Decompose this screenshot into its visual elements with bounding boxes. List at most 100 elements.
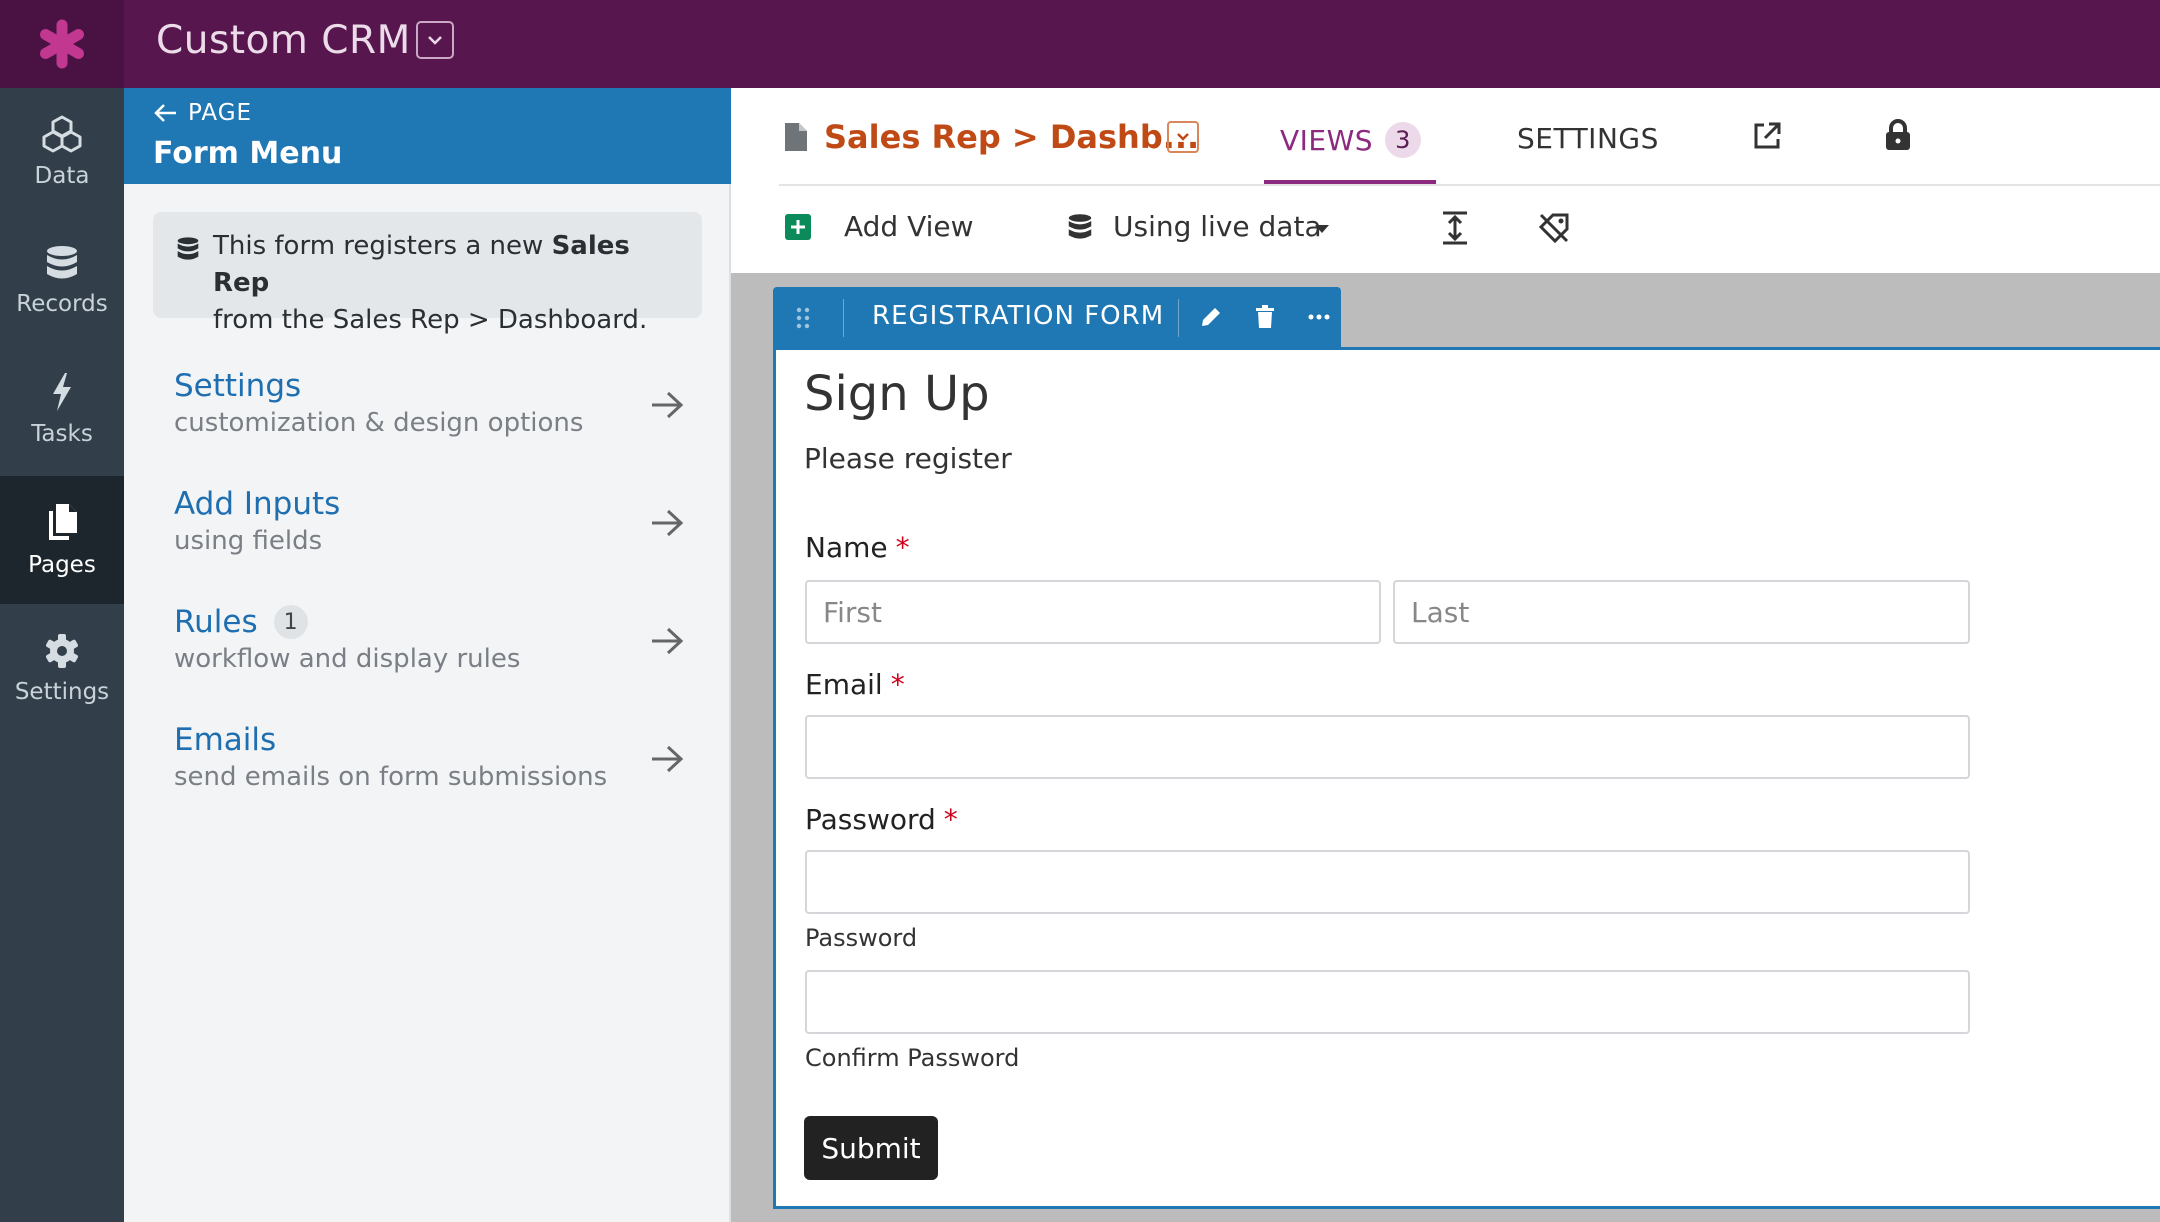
add-view-button[interactable] bbox=[783, 212, 813, 242]
expand-height-button[interactable] bbox=[1437, 210, 1473, 246]
menu-item-subtitle: send emails on form submissions bbox=[174, 762, 608, 792]
panel-header: PAGE Form Menu bbox=[124, 88, 731, 184]
nav-item-settings[interactable]: Settings bbox=[0, 605, 124, 733]
more-options-button[interactable] bbox=[1305, 303, 1333, 331]
top-bar: Custom CRM bbox=[0, 0, 2160, 88]
bolt-icon bbox=[53, 373, 71, 411]
confirm-password-input[interactable] bbox=[805, 970, 1970, 1034]
lock-icon bbox=[1886, 119, 1910, 150]
view-header: REGISTRATION FORM bbox=[773, 287, 1341, 347]
form-description: Please register bbox=[804, 442, 1012, 475]
app-switcher-dropdown[interactable] bbox=[416, 21, 454, 59]
drag-handle-icon bbox=[796, 307, 810, 329]
app-title: Custom CRM bbox=[156, 18, 411, 63]
menu-title-settings: Settings bbox=[174, 368, 302, 404]
drag-handle[interactable] bbox=[793, 305, 813, 331]
menu-item-settings[interactable]: Settings customization & design options bbox=[174, 368, 684, 458]
pencil-icon bbox=[1202, 308, 1220, 326]
open-external-button[interactable] bbox=[1749, 118, 1785, 154]
menu-item-title: Rules 1 bbox=[174, 604, 684, 640]
confirm-password-help-text: Confirm Password bbox=[805, 1044, 1020, 1072]
page-access-button[interactable] bbox=[1880, 116, 1916, 154]
add-view-label[interactable]: Add View bbox=[844, 210, 974, 243]
menu-item-rules[interactable]: Rules 1 workflow and display rules bbox=[174, 604, 684, 694]
password-label: Password * bbox=[805, 803, 958, 836]
caret-down-icon bbox=[1315, 225, 1329, 233]
arrow-left-icon bbox=[154, 104, 176, 122]
menu-item-subtitle: workflow and display rules bbox=[174, 644, 521, 674]
nav-item-tasks[interactable]: Tasks bbox=[0, 346, 124, 474]
data-source-dropdown[interactable]: Using live data bbox=[1113, 210, 1322, 243]
required-marker: * bbox=[890, 668, 905, 701]
vertical-expand-icon bbox=[1443, 211, 1467, 245]
breadcrumb-text: Sales Rep > Dashb... bbox=[824, 118, 1200, 156]
views-count-badge: 3 bbox=[1385, 122, 1422, 158]
submit-button[interactable]: Submit bbox=[804, 1116, 938, 1180]
nav-item-pages[interactable]: Pages bbox=[0, 476, 124, 604]
menu-title-rules: Rules bbox=[174, 604, 258, 640]
cubes-icon bbox=[42, 115, 82, 153]
delete-view-button[interactable] bbox=[1251, 303, 1279, 331]
email-input[interactable] bbox=[805, 715, 1970, 779]
gear-icon bbox=[46, 634, 78, 668]
nav-label-pages: Pages bbox=[28, 552, 96, 578]
info-suffix: from the Sales Rep > Dashboard. bbox=[213, 305, 648, 335]
page-file-icon bbox=[785, 123, 807, 151]
external-link-icon bbox=[1754, 122, 1781, 149]
divider bbox=[843, 299, 844, 337]
arrow-right-icon bbox=[652, 627, 684, 655]
tab-views-label: VIEWS bbox=[1280, 123, 1374, 157]
menu-item-title: Add Inputs bbox=[174, 486, 684, 522]
menu-item-title: Emails bbox=[174, 722, 684, 758]
nav-item-data[interactable]: Data bbox=[0, 88, 124, 216]
form-menu-panel: PAGE Form Menu This form registers a new… bbox=[124, 88, 731, 1222]
back-to-page-link[interactable]: PAGE bbox=[154, 100, 252, 126]
nav-label-records: Records bbox=[16, 291, 108, 317]
email-label-text: Email bbox=[805, 668, 883, 701]
name-label-text: Name bbox=[805, 531, 888, 564]
chevron-down-icon bbox=[1177, 133, 1189, 141]
rules-count-badge: 1 bbox=[273, 605, 308, 639]
arrow-right-icon bbox=[652, 391, 684, 419]
app-logo[interactable] bbox=[0, 0, 124, 88]
email-label: Email * bbox=[805, 668, 905, 701]
asterisk-logo-icon bbox=[40, 19, 84, 69]
arrow-right-icon bbox=[652, 509, 684, 537]
breadcrumb[interactable]: Sales Rep > Dashb... bbox=[784, 118, 1199, 156]
last-name-input[interactable] bbox=[1393, 580, 1970, 644]
tabs-divider bbox=[779, 184, 2160, 186]
nav-label-data: Data bbox=[34, 163, 90, 189]
required-marker: * bbox=[943, 803, 958, 836]
required-marker: * bbox=[895, 531, 910, 564]
toggle-design-button[interactable] bbox=[1535, 210, 1573, 246]
back-label: PAGE bbox=[188, 100, 253, 126]
menu-item-add-inputs[interactable]: Add Inputs using fields bbox=[174, 486, 684, 576]
nav-item-records[interactable]: Records bbox=[0, 217, 124, 345]
menu-item-subtitle: customization & design options bbox=[174, 408, 584, 438]
form-info-box: This form registers a new Sales Rep from… bbox=[153, 212, 702, 335]
menu-item-emails[interactable]: Emails send emails on form submissions bbox=[174, 722, 684, 812]
registration-form: Sign Up Please register Name* Email* Pas… bbox=[773, 347, 2160, 1209]
first-name-input[interactable] bbox=[805, 580, 1381, 644]
page-switcher-dropdown[interactable] bbox=[1167, 121, 1199, 153]
edit-view-button[interactable] bbox=[1197, 303, 1225, 331]
password-label-text: Password bbox=[805, 803, 936, 836]
menu-item-title: Settings bbox=[174, 368, 684, 404]
name-label: Name * bbox=[805, 531, 910, 564]
database-icon bbox=[47, 246, 77, 279]
info-prefix: This form registers a new bbox=[213, 231, 552, 261]
trash-icon bbox=[1256, 305, 1274, 328]
main-area: Sales Rep > Dashb... VIEWS 3 SETTINGS Ad… bbox=[731, 88, 2160, 1222]
menu-title-add-inputs: Add Inputs bbox=[174, 486, 341, 522]
plus-square-icon bbox=[785, 214, 811, 240]
tab-views[interactable]: VIEWS 3 bbox=[1280, 122, 1422, 158]
password-input[interactable] bbox=[805, 850, 1970, 914]
menu-title-emails: Emails bbox=[174, 722, 277, 758]
data-source-icon-wrap bbox=[1067, 212, 1093, 242]
page-header: Sales Rep > Dashb... VIEWS 3 SETTINGS Ad… bbox=[731, 88, 2160, 273]
database-icon bbox=[1068, 214, 1092, 239]
nav-label-tasks: Tasks bbox=[31, 421, 93, 447]
menu-item-subtitle: using fields bbox=[174, 526, 323, 556]
password-help-text: Password bbox=[805, 924, 918, 952]
tab-settings[interactable]: SETTINGS bbox=[1517, 122, 1659, 155]
